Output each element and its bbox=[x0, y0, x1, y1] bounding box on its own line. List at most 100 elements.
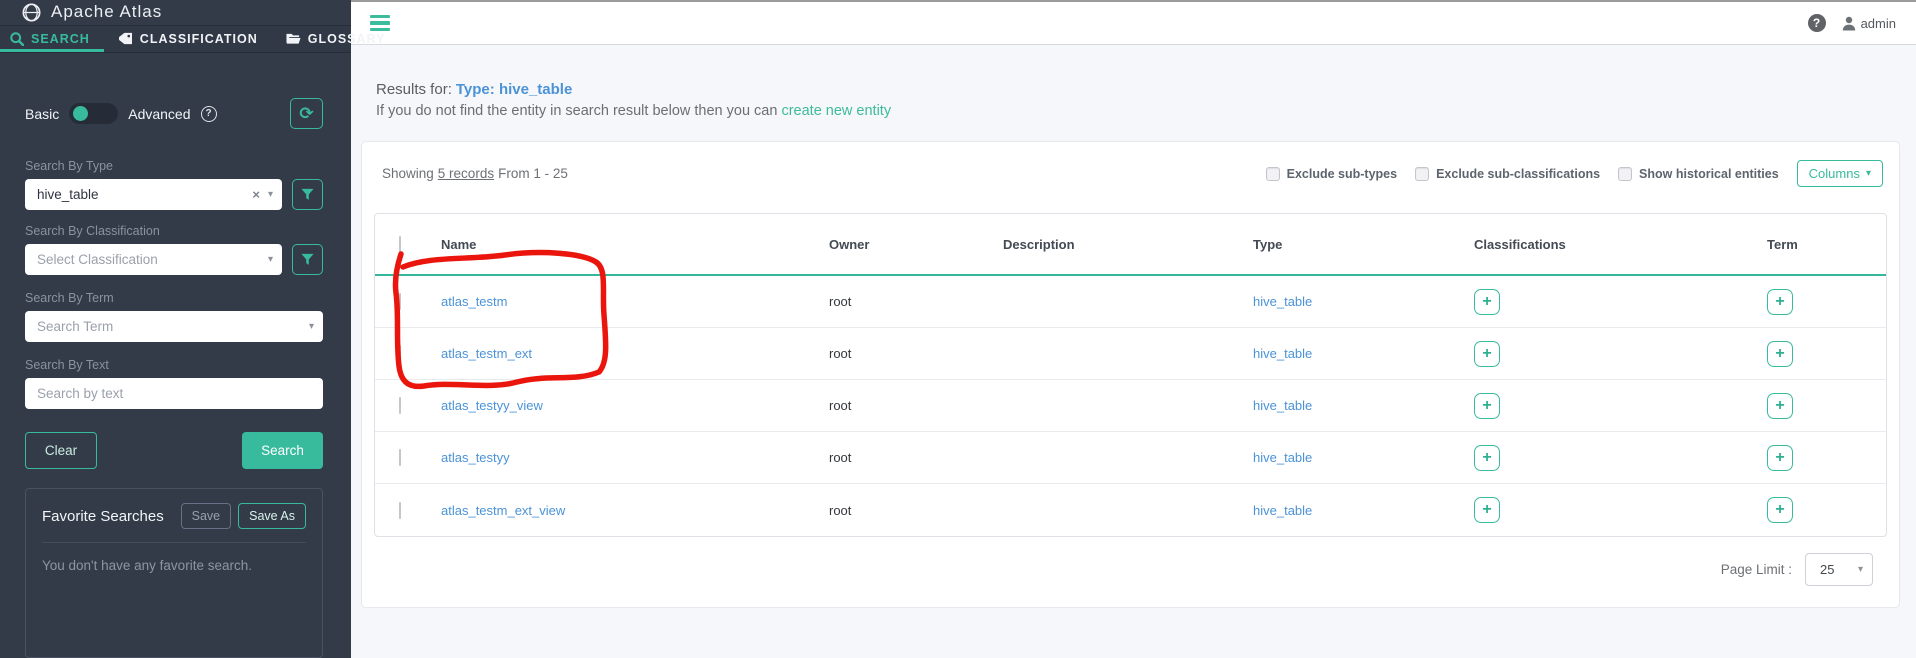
clear-button[interactable]: Clear bbox=[25, 432, 97, 469]
showing-text: Showing 5 records From 1 - 25 bbox=[382, 166, 568, 181]
help-icon[interactable]: ? bbox=[1807, 14, 1826, 32]
tab-classification[interactable]: CLASSIFICATION bbox=[104, 26, 272, 52]
table-row[interactable]: atlas_testyy root hive_table + + bbox=[375, 432, 1886, 484]
exclude-subclassifications-checkbox[interactable] bbox=[1415, 166, 1430, 181]
col-header-name[interactable]: Name bbox=[431, 237, 819, 252]
tab-search[interactable]: SEARCH bbox=[0, 26, 104, 53]
table-row[interactable]: atlas_testm_ext_view root hive_table + + bbox=[375, 484, 1886, 536]
tab-glossary-label: GLOSSARY bbox=[307, 31, 386, 46]
type-select[interactable]: hive_table × ▾ bbox=[25, 179, 282, 210]
search-mode-row: Basic Advanced ? ⟳ bbox=[25, 98, 323, 129]
table-row[interactable]: atlas_testyy_view root hive_table + + bbox=[375, 380, 1886, 432]
create-new-entity-link[interactable]: create new entity bbox=[781, 103, 891, 119]
type-filter-button[interactable] bbox=[292, 179, 323, 210]
row-checkbox[interactable] bbox=[399, 501, 401, 519]
entity-name-link[interactable]: atlas_testm bbox=[441, 294, 507, 309]
folder-icon bbox=[286, 34, 301, 45]
page-limit-select[interactable]: 25 ▾ bbox=[1805, 553, 1873, 586]
search-by-type-label: Search By Type bbox=[25, 159, 114, 173]
favorites-divider bbox=[42, 542, 306, 543]
app-title: Apache Atlas bbox=[51, 2, 163, 22]
row-checkbox[interactable] bbox=[399, 293, 401, 310]
row-checkbox[interactable] bbox=[399, 449, 401, 466]
favorite-searches-title: Favorite Searches bbox=[42, 507, 164, 525]
entity-name-link[interactable]: atlas_testm_ext_view bbox=[441, 503, 565, 518]
add-classification-button[interactable]: + bbox=[1474, 392, 1500, 419]
entity-type-link[interactable]: hive_table bbox=[1253, 450, 1312, 465]
tag-icon bbox=[118, 33, 132, 45]
brand: Apache Atlas bbox=[0, 0, 351, 26]
chevron-down-icon: ▾ bbox=[1865, 168, 1871, 179]
add-term-button[interactable]: + bbox=[1767, 392, 1793, 419]
add-classification-button[interactable]: + bbox=[1474, 444, 1500, 471]
search-button[interactable]: Search bbox=[242, 432, 323, 469]
favorites-empty-text: You don't have any favorite search. bbox=[42, 558, 252, 573]
entity-owner: root bbox=[829, 450, 852, 465]
advanced-help-icon[interactable]: ? bbox=[200, 105, 217, 122]
chevron-down-icon: ▾ bbox=[308, 321, 314, 332]
entity-type-link[interactable]: hive_table bbox=[1253, 503, 1312, 518]
exclude-subclassifications-label: Exclude sub-classifications bbox=[1436, 166, 1601, 181]
search-text-input[interactable] bbox=[25, 378, 323, 409]
save-as-button[interactable]: Save As bbox=[238, 503, 306, 529]
col-header-term[interactable]: Term bbox=[1757, 237, 1886, 252]
pagination: Page Limit : 25 ▾ bbox=[374, 553, 1887, 586]
entity-owner: root bbox=[829, 346, 852, 361]
entity-name-link[interactable]: atlas_testyy bbox=[441, 450, 510, 465]
add-classification-button[interactable]: + bbox=[1474, 497, 1500, 523]
entity-type-link[interactable]: hive_table bbox=[1253, 398, 1312, 413]
results-type-value: hive_table bbox=[498, 81, 573, 98]
col-header-type[interactable]: Type bbox=[1243, 237, 1464, 252]
search-icon bbox=[10, 32, 24, 46]
records-count-link[interactable]: 5 records bbox=[438, 166, 494, 181]
add-term-button[interactable]: + bbox=[1767, 340, 1793, 367]
table-header: Name Owner Description Type Classificati… bbox=[375, 214, 1886, 274]
col-header-owner[interactable]: Owner bbox=[819, 237, 993, 252]
add-classification-button[interactable]: + bbox=[1474, 288, 1500, 315]
entity-type-link[interactable]: hive_table bbox=[1253, 346, 1312, 361]
refresh-button[interactable]: ⟳ bbox=[290, 98, 323, 129]
exclude-subtypes-checkbox[interactable] bbox=[1265, 166, 1280, 181]
entity-name-link[interactable]: atlas_testyy_view bbox=[441, 398, 543, 413]
chevron-down-icon: ▾ bbox=[267, 254, 273, 265]
classification-filter-button[interactable] bbox=[292, 244, 323, 275]
classification-select[interactable]: Select Classification ▾ bbox=[25, 244, 282, 275]
add-term-button[interactable]: + bbox=[1767, 497, 1793, 523]
col-header-description[interactable]: Description bbox=[993, 237, 1243, 252]
add-term-button[interactable]: + bbox=[1767, 288, 1793, 315]
filter-icon bbox=[301, 253, 314, 265]
save-button[interactable]: Save bbox=[180, 503, 232, 529]
type-clear-icon[interactable]: × bbox=[252, 187, 260, 202]
classification-select-placeholder: Select Classification bbox=[37, 252, 158, 267]
page-limit-label: Page Limit : bbox=[1720, 562, 1792, 577]
chevron-down-icon: ▾ bbox=[267, 189, 273, 200]
search-by-classification-label: Search By Classification bbox=[25, 224, 160, 238]
entity-name-link[interactable]: atlas_testm_ext bbox=[441, 346, 532, 361]
columns-button[interactable]: Columns ▾ bbox=[1796, 160, 1883, 187]
table-body: atlas_testm root hive_table + + atlas_te… bbox=[375, 274, 1886, 536]
search-by-text-group: Search By Text bbox=[25, 358, 323, 409]
topbar: ? admin bbox=[351, 0, 1916, 45]
search-actions: Clear Search bbox=[25, 432, 323, 469]
search-by-term-label: Search By Term bbox=[25, 291, 114, 305]
results-toolbar: Showing 5 records From 1 - 25 Exclude sub-… bbox=[374, 160, 1887, 187]
entity-type-link[interactable]: hive_table bbox=[1253, 294, 1312, 309]
row-checkbox[interactable] bbox=[399, 345, 401, 362]
page-limit-value: 25 bbox=[1820, 562, 1835, 577]
search-panel: Basic Advanced ? ⟳ Search By Type hive_t… bbox=[0, 53, 351, 658]
table-row[interactable]: atlas_testm root hive_table + + bbox=[375, 276, 1886, 328]
row-checkbox[interactable] bbox=[399, 397, 401, 414]
add-term-button[interactable]: + bbox=[1767, 444, 1793, 471]
term-select[interactable]: Search Term ▾ bbox=[25, 311, 323, 342]
tab-search-label: SEARCH bbox=[31, 31, 90, 46]
select-all-checkbox[interactable] bbox=[399, 235, 401, 253]
col-header-classifications[interactable]: Classifications bbox=[1464, 237, 1757, 252]
basic-advanced-toggle[interactable] bbox=[69, 103, 119, 124]
content: Results for: Type: hive_table If you do n… bbox=[351, 45, 1916, 658]
show-historical-checkbox[interactable] bbox=[1618, 166, 1633, 181]
sidebar: Apache Atlas SEARCH CLASSIFICATION GLOSS… bbox=[0, 0, 384, 658]
exclude-subclassifications-option: Exclude sub-classifications bbox=[1415, 166, 1601, 181]
table-row[interactable]: atlas_testm_ext root hive_table + + bbox=[375, 328, 1886, 380]
add-classification-button[interactable]: + bbox=[1474, 340, 1500, 367]
user-menu[interactable]: admin bbox=[1842, 16, 1896, 31]
